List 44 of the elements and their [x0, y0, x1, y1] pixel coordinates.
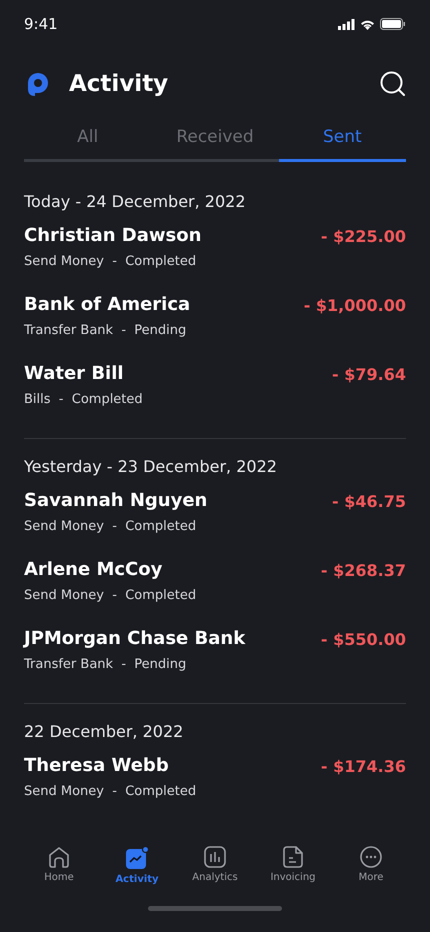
transaction-name[interactable]: Bank of America	[24, 294, 190, 315]
home-icon	[48, 846, 70, 868]
transaction-amount: - $79.64	[332, 364, 406, 386]
transaction-name[interactable]: Theresa Webb	[24, 755, 196, 776]
search-icon[interactable]	[380, 71, 406, 97]
transaction-amount: - $174.36	[320, 756, 406, 778]
transaction-detail: Transfer Bank - Pending	[24, 657, 188, 672]
transaction-name[interactable]: Water Bill	[24, 363, 143, 384]
tab[interactable]: Received	[151, 120, 279, 162]
page-title: Activity	[69, 71, 170, 97]
battery-icon	[380, 18, 406, 30]
transaction-amount: - $46.75	[332, 491, 406, 513]
transaction-name[interactable]: Arlene McCoy	[24, 559, 196, 580]
tab[interactable]: Sent	[278, 120, 406, 162]
transaction-detail: Send Money - Completed	[24, 588, 196, 603]
wifi-icon	[360, 18, 375, 30]
more-icon	[360, 846, 382, 868]
transaction-name[interactable]: JPMorgan Chase Bank	[24, 628, 246, 649]
chart-trend-icon	[125, 846, 149, 870]
transaction-amount: - $550.00	[320, 629, 406, 651]
nav-item[interactable]: Analytics	[176, 846, 254, 885]
document-icon	[283, 846, 303, 868]
nav-item[interactable]: Home	[20, 846, 98, 885]
transaction-detail: Send Money - Completed	[24, 784, 196, 799]
transaction-detail: Bills - Completed	[24, 392, 143, 407]
date-heading: 22 December, 2022	[24, 722, 184, 741]
transaction-detail: Send Money - Completed	[24, 254, 198, 269]
date-heading: Today - 24 December, 2022	[24, 192, 247, 211]
nav-item[interactable]: Activity	[98, 846, 176, 885]
transaction-name[interactable]: Savannah Nguyen	[24, 490, 208, 511]
transaction-amount: - $1,000.00	[304, 295, 406, 317]
tab[interactable]: All	[24, 120, 152, 162]
nav-item[interactable]: More	[332, 846, 410, 885]
transaction-detail: Send Money - Completed	[24, 519, 198, 534]
transaction-amount: - $268.37	[320, 560, 406, 582]
transaction-name[interactable]: Christian Dawson	[24, 225, 202, 246]
transaction-detail: Transfer Bank - Pending	[24, 323, 188, 338]
status-time: 9:41	[24, 15, 58, 33]
signal-icon	[338, 18, 355, 30]
logo-icon	[27, 72, 49, 96]
date-heading: Yesterday - 23 December, 2022	[24, 457, 278, 476]
bar-chart-icon	[204, 846, 226, 868]
nav-item[interactable]: Invoicing	[254, 846, 332, 885]
transaction-amount: - $225.00	[320, 226, 406, 248]
